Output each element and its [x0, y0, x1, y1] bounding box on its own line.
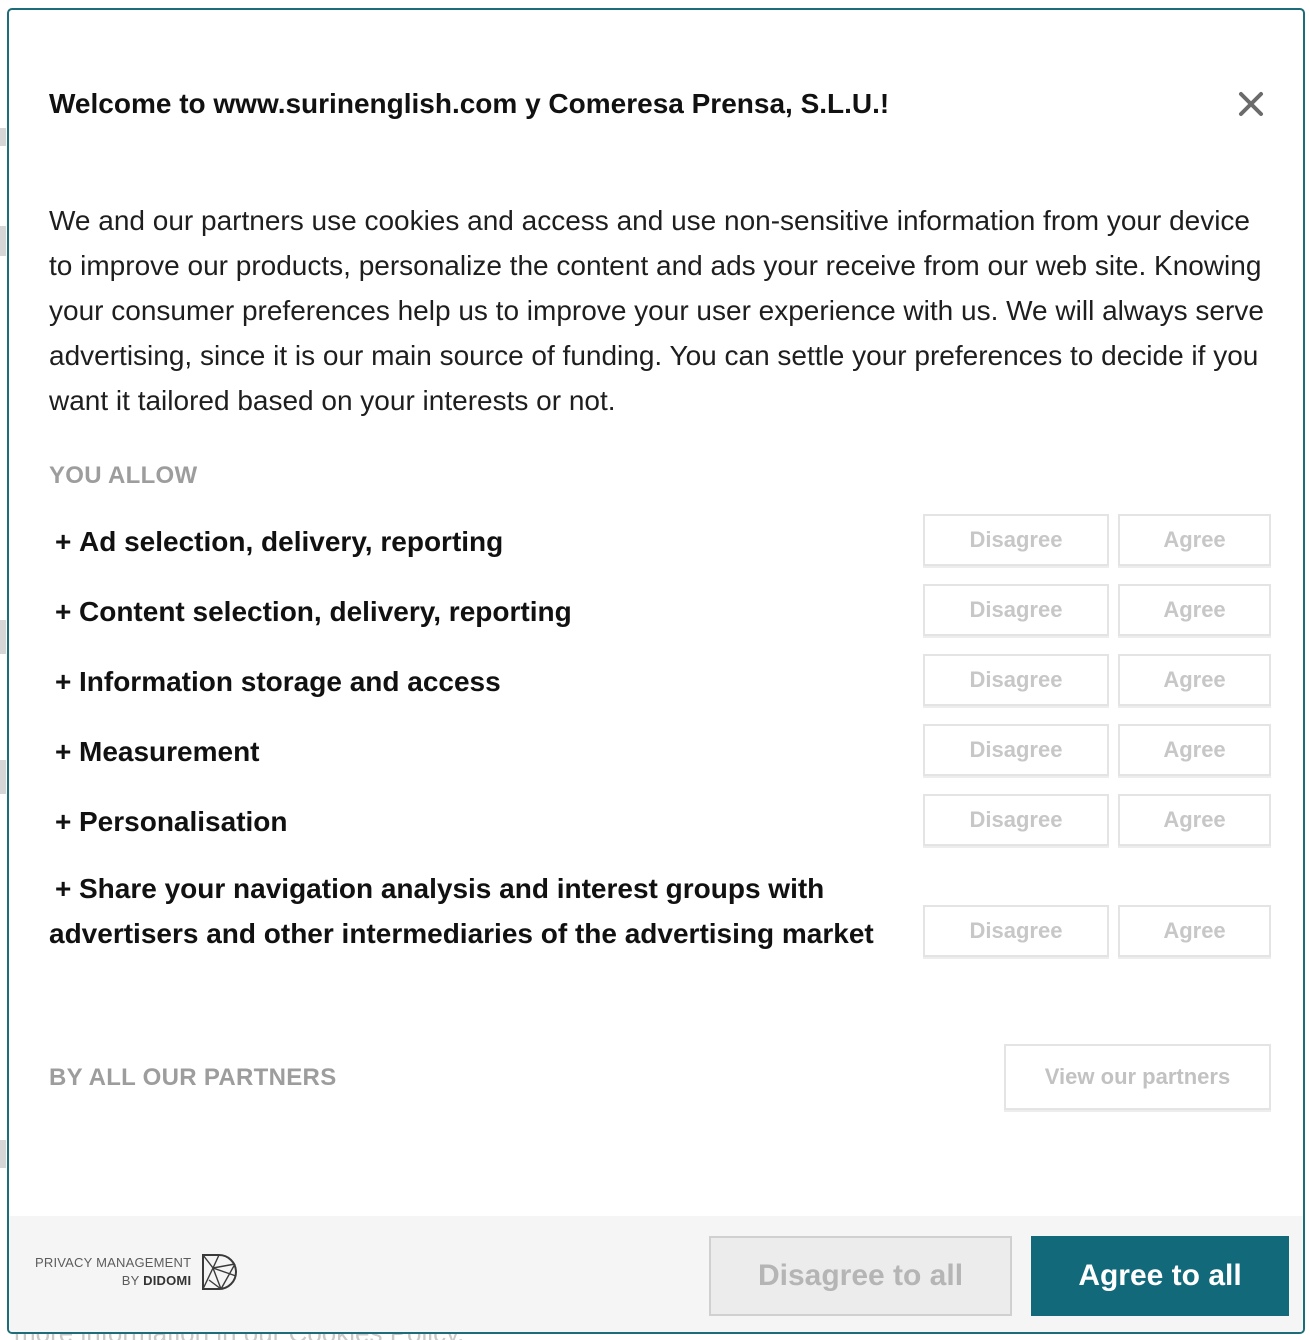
purpose-row: + Share your navigation analysis and inte… — [49, 866, 1271, 1006]
purpose-row: + Ad selection, delivery, reporting Disag… — [49, 514, 1271, 570]
purpose-label: Personalisation — [79, 806, 288, 837]
purpose-toggle[interactable]: + Content selection, delivery, reporting — [49, 589, 889, 634]
disagree-button[interactable]: Disagree — [923, 584, 1109, 636]
expand-plus-icon: + — [55, 596, 72, 627]
you-allow-label: YOU ALLOW — [49, 462, 198, 489]
disagree-to-all-button[interactable]: Disagree to all — [709, 1236, 1012, 1316]
disagree-button[interactable]: Disagree — [923, 654, 1109, 706]
close-button[interactable] — [1231, 84, 1271, 124]
disagree-button[interactable]: Disagree — [923, 794, 1109, 846]
privacy-management-line: PRIVACY MANAGEMENT — [35, 1255, 192, 1270]
purpose-row: + Information storage and access Disagree… — [49, 654, 1271, 710]
purpose-row: + Content selection, delivery, reporting … — [49, 584, 1271, 640]
expand-plus-icon: + — [55, 806, 72, 837]
agree-button[interactable]: Agree — [1118, 514, 1271, 566]
didomi-logo-icon — [202, 1254, 238, 1290]
background-edge-mark — [0, 620, 6, 654]
purpose-row: + Personalisation Disagree Agree — [49, 794, 1271, 850]
expand-plus-icon: + — [55, 526, 72, 557]
intro-text: We and our partners use cookies and acce… — [49, 205, 1264, 416]
purpose-toggle[interactable]: + Share your navigation analysis and inte… — [49, 866, 889, 956]
purpose-label: Content selection, delivery, reporting — [79, 596, 572, 627]
agree-to-all-button[interactable]: Agree to all — [1031, 1236, 1289, 1316]
background-edge-mark — [0, 1140, 6, 1168]
purpose-toggle[interactable]: + Personalisation — [49, 799, 889, 844]
background-edge-mark — [0, 226, 6, 256]
purpose-toggle[interactable]: + Ad selection, delivery, reporting — [49, 519, 889, 564]
purpose-label: Ad selection, delivery, reporting — [79, 526, 504, 557]
page: more information in our Cookies Policy. … — [0, 0, 1310, 1340]
background-edge-mark — [0, 760, 6, 794]
disagree-button[interactable]: Disagree — [923, 905, 1109, 957]
didomi-branding[interactable]: PRIVACY MANAGEMENT BY DIDOMI — [35, 1252, 241, 1292]
agree-button[interactable]: Agree — [1118, 794, 1271, 846]
expand-plus-icon: + — [55, 873, 72, 904]
disagree-button[interactable]: Disagree — [923, 724, 1109, 776]
agree-button[interactable]: Agree — [1118, 905, 1271, 957]
background-edge-mark — [0, 128, 6, 146]
agree-button[interactable]: Agree — [1118, 654, 1271, 706]
modal-footer: PRIVACY MANAGEMENT BY DIDOMI Disagree to… — [9, 1216, 1303, 1332]
view-partners-button[interactable]: View our partners — [1004, 1044, 1271, 1110]
modal-title: Welcome to www.surinenglish.com y Comere… — [49, 88, 890, 119]
agree-button[interactable]: Agree — [1118, 724, 1271, 776]
privacy-by-line: BY DIDOMI — [35, 1272, 191, 1290]
purpose-row: + Measurement Disagree Agree — [49, 724, 1271, 780]
agree-button[interactable]: Agree — [1118, 584, 1271, 636]
purpose-toggle[interactable]: + Measurement — [49, 729, 889, 774]
didomi-brand: DIDOMI — [143, 1273, 192, 1288]
purpose-label: Information storage and access — [79, 666, 501, 697]
expand-plus-icon: + — [55, 666, 72, 697]
purpose-label: Measurement — [79, 736, 260, 767]
purpose-toggle[interactable]: + Information storage and access — [49, 659, 889, 704]
consent-modal: Welcome to www.surinenglish.com y Comere… — [7, 8, 1305, 1334]
disagree-button[interactable]: Disagree — [923, 514, 1109, 566]
privacy-management-text: PRIVACY MANAGEMENT BY DIDOMI — [35, 1254, 191, 1290]
expand-plus-icon: + — [55, 736, 72, 767]
close-icon — [1239, 92, 1263, 116]
purpose-label: Share your navigation analysis and inter… — [49, 873, 874, 949]
privacy-by-word: BY — [121, 1273, 140, 1288]
partners-label: BY ALL OUR PARTNERS — [49, 1064, 337, 1091]
